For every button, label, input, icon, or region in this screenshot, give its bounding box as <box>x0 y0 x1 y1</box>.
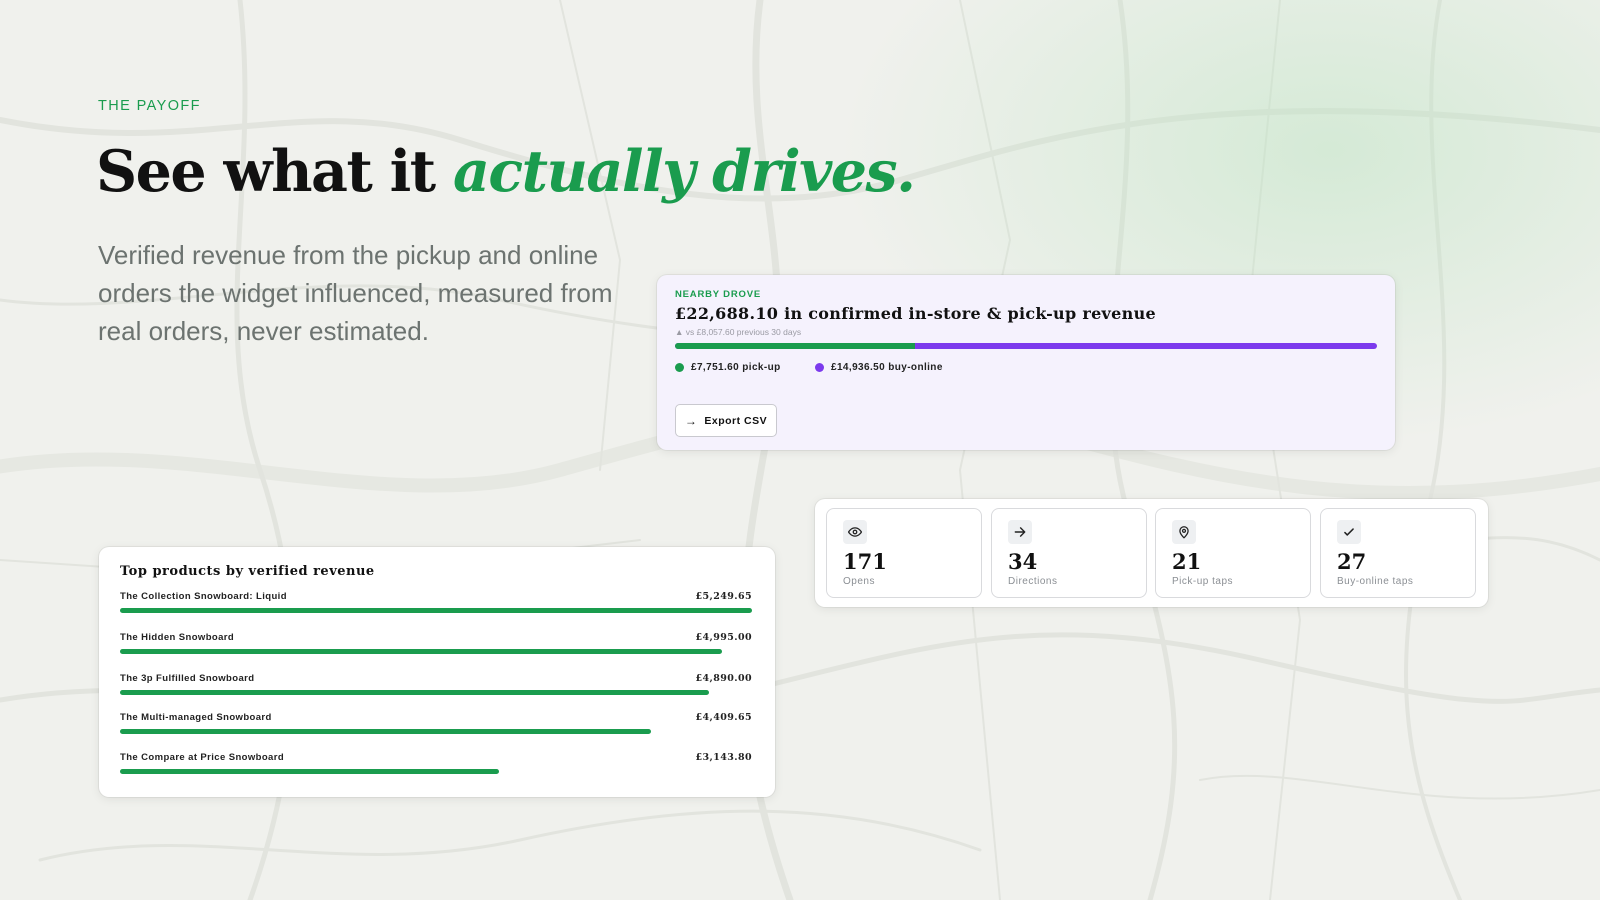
stats-panel: 171 Opens 34 Directions 21 Pick-up taps … <box>815 499 1488 607</box>
product-bar-track <box>120 690 752 695</box>
arrow-right-icon <box>1008 520 1032 544</box>
stat-value: 34 <box>1008 549 1038 574</box>
product-row: The Collection Snowboard: Liquid £5,249.… <box>120 591 752 621</box>
stat-label: Pick-up taps <box>1172 576 1234 587</box>
product-name: The 3p Fulfilled Snowboard <box>120 673 255 684</box>
export-csv-button[interactable]: → Export CSV <box>675 404 777 437</box>
product-name: The Hidden Snowboard <box>120 632 235 643</box>
product-row: The Multi-managed Snowboard £4,409.65 <box>120 712 752 742</box>
legend-buy-online: £14,936.50 buy-online <box>815 362 943 373</box>
revenue-card: NEARBY DROVE £22,688.10 in confirmed in-… <box>657 275 1395 450</box>
revenue-split-bar <box>675 343 1377 349</box>
revenue-eyebrow: NEARBY DROVE <box>675 289 761 300</box>
stat-value: 21 <box>1172 549 1202 574</box>
stat-buy-online-taps: 27 Buy-online taps <box>1320 508 1476 598</box>
stat-directions: 34 Directions <box>991 508 1147 598</box>
product-revenue: £4,409.65 <box>695 712 752 723</box>
top-products-title: Top products by verified revenue <box>120 564 375 579</box>
map-pin-icon <box>1172 520 1196 544</box>
product-name: The Multi-managed Snowboard <box>120 712 272 723</box>
legend-pickup-label: £7,751.60 pick-up <box>691 362 781 373</box>
product-bar-track <box>120 649 752 654</box>
legend-online-label: £14,936.50 buy-online <box>831 362 943 373</box>
stat-value: 27 <box>1337 549 1367 574</box>
product-bar <box>120 729 651 734</box>
stat-label: Directions <box>1008 576 1058 587</box>
product-row: The Compare at Price Snowboard £3,143.80 <box>120 752 752 782</box>
product-revenue: £3,143.80 <box>695 752 752 763</box>
stat-pickup-taps: 21 Pick-up taps <box>1155 508 1311 598</box>
subcopy: Verified revenue from the pickup and onl… <box>98 240 613 346</box>
stat-value: 171 <box>843 549 887 574</box>
eye-icon <box>843 520 867 544</box>
product-bar <box>120 608 752 613</box>
product-revenue: £4,995.00 <box>695 632 752 643</box>
product-bar-track <box>120 608 752 613</box>
headline-accent: actually drives. <box>452 138 916 205</box>
section-eyebrow: THE PAYOFF <box>98 98 201 114</box>
legend-dot-green <box>675 363 684 372</box>
product-bar <box>120 690 710 695</box>
product-revenue: £5,249.65 <box>695 591 752 602</box>
legend-dot-purple <box>815 363 824 372</box>
arrow-right-icon: → <box>684 413 698 428</box>
stat-opens: 171 Opens <box>826 508 982 598</box>
legend-pickup: £7,751.60 pick-up <box>675 362 781 373</box>
revenue-title: £22,688.10 in confirmed in-store & pick-… <box>675 304 1156 323</box>
product-name: The Collection Snowboard: Liquid <box>120 591 287 602</box>
product-bar <box>120 649 722 654</box>
export-csv-label: Export CSV <box>704 414 768 427</box>
stat-label: Opens <box>843 576 875 587</box>
product-bar <box>120 769 499 774</box>
top-products-card: Top products by verified revenue The Col… <box>99 547 775 797</box>
page-headline: See what it actually drives. <box>96 138 916 205</box>
product-row: The Hidden Snowboard £4,995.00 <box>120 632 752 662</box>
revenue-delta: ▲ vs £8,057.60 previous 30 days <box>675 327 802 337</box>
product-name: The Compare at Price Snowboard <box>120 752 285 763</box>
revenue-pickup-segment <box>675 343 916 349</box>
product-row: The 3p Fulfilled Snowboard £4,890.00 <box>120 673 752 703</box>
product-revenue: £4,890.00 <box>695 673 752 684</box>
product-bar-track <box>120 729 752 734</box>
headline-plain: See what it <box>96 138 453 205</box>
product-bar-track <box>120 769 752 774</box>
stat-label: Buy-online taps <box>1337 576 1414 587</box>
check-icon <box>1337 520 1361 544</box>
